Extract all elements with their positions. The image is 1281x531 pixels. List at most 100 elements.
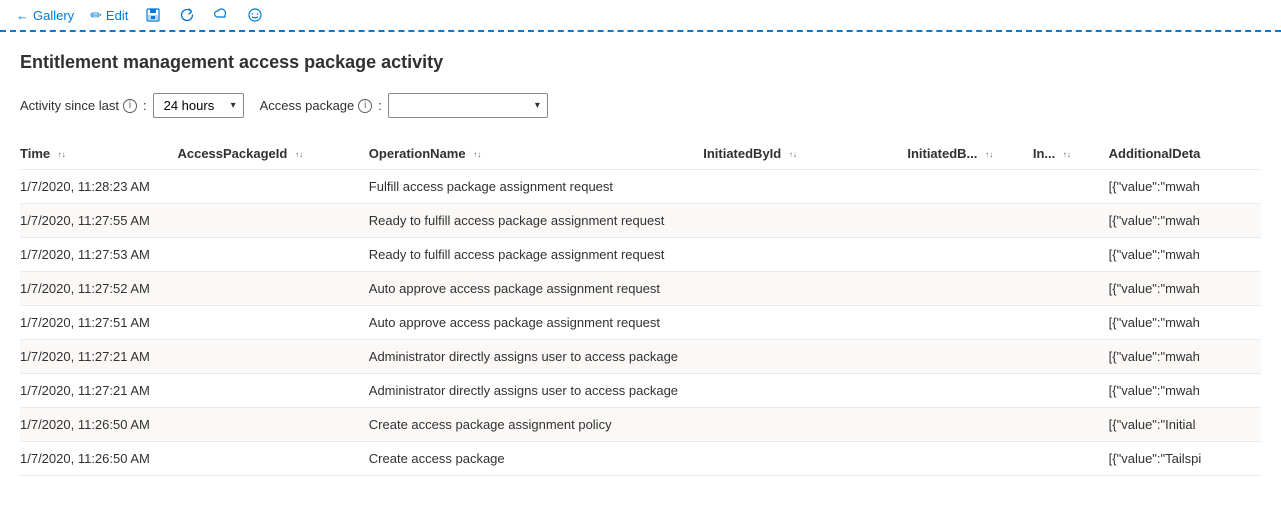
cell-in <box>1033 238 1109 272</box>
filter-row: Activity since last i : 24 hours 48 hour… <box>20 93 1261 118</box>
cell-initiatedB <box>907 238 1033 272</box>
cell-initiatedById <box>703 306 907 340</box>
table-row[interactable]: 1/7/2020, 11:27:52 AM Auto approve access… <box>20 272 1261 306</box>
activity-filter-label: Activity since last i <box>20 98 137 113</box>
refresh-icon[interactable] <box>178 6 196 24</box>
cell-in <box>1033 170 1109 204</box>
cell-additionalData: [{"value":"Initial <box>1109 408 1261 442</box>
toolbar: ← Gallery ✏ Edit <box>0 0 1281 32</box>
cell-initiatedById <box>703 374 907 408</box>
cell-initiatedB <box>907 442 1033 476</box>
edit-label: Edit <box>106 8 128 23</box>
cell-accessPackageId <box>177 170 368 204</box>
back-arrow-icon: ← <box>16 8 29 23</box>
cell-time: 1/7/2020, 11:26:50 AM <box>20 408 177 442</box>
cell-in <box>1033 374 1109 408</box>
cell-time: 1/7/2020, 11:28:23 AM <box>20 170 177 204</box>
cell-additionalData: [{"value":"mwah <box>1109 306 1261 340</box>
cell-time: 1/7/2020, 11:27:21 AM <box>20 374 177 408</box>
cell-operationName: Ready to fulfill access package assignme… <box>369 238 703 272</box>
sort-time-icon: ↑↓ <box>58 151 66 159</box>
table-row[interactable]: 1/7/2020, 11:27:21 AMAdministrator direc… <box>20 340 1261 374</box>
cell-additionalData: [{"value":"mwah <box>1109 340 1261 374</box>
activity-filter-group: Activity since last i : 24 hours 48 hour… <box>20 93 244 118</box>
cell-in <box>1033 408 1109 442</box>
table-row[interactable]: 1/7/2020, 11:27:51 AM Auto approve access… <box>20 306 1261 340</box>
cell-initiatedB <box>907 374 1033 408</box>
cell-in <box>1033 306 1109 340</box>
cell-operationName: Fulfill access package assignment reques… <box>369 170 703 204</box>
cell-additionalData: [{"value":"mwah <box>1109 170 1261 204</box>
cell-accessPackageId <box>177 374 368 408</box>
gallery-label: Gallery <box>33 8 74 23</box>
cell-operationName: Create access package <box>369 442 703 476</box>
table-header-row: Time ↑↓ AccessPackageId ↑↓ OperationName… <box>20 138 1261 170</box>
cell-initiatedB <box>907 204 1033 238</box>
cell-additionalData: [{"value":"mwah <box>1109 374 1261 408</box>
cell-additionalData: [{"value":"Tailspi <box>1109 442 1261 476</box>
page-content: Entitlement management access package ac… <box>0 32 1281 476</box>
activity-info-icon[interactable]: i <box>123 99 137 113</box>
save-icon[interactable] <box>144 6 162 24</box>
page-title: Entitlement management access package ac… <box>20 52 1261 73</box>
cell-initiatedById <box>703 340 907 374</box>
package-filter-group: Access package i : ▾ <box>260 93 548 118</box>
cell-in <box>1033 442 1109 476</box>
cell-accessPackageId <box>177 442 368 476</box>
table-row[interactable]: 1/7/2020, 11:26:50 AM Create access packa… <box>20 408 1261 442</box>
cell-accessPackageId <box>177 408 368 442</box>
cell-initiatedB <box>907 306 1033 340</box>
col-header-in[interactable]: In... ↑↓ <box>1033 138 1109 170</box>
cell-time: 1/7/2020, 11:26:50 AM <box>20 442 177 476</box>
table-row[interactable]: 1/7/2020, 11:27:21 AM Administrator direc… <box>20 374 1261 408</box>
cell-accessPackageId <box>177 238 368 272</box>
sort-initiatedb-icon: ↑↓ <box>985 151 993 159</box>
col-header-initiatedbyid[interactable]: InitiatedById ↑↓ <box>703 138 907 170</box>
cell-time: 1/7/2020, 11:27:21 AM <box>20 340 177 374</box>
cell-operationName: Auto approve access package assignment r… <box>369 272 703 306</box>
activity-select[interactable]: 24 hours 48 hours 7 days 30 days <box>153 93 244 118</box>
sort-in-icon: ↑↓ <box>1063 151 1071 159</box>
cell-time: 1/7/2020, 11:27:53 AM <box>20 238 177 272</box>
cell-initiatedB <box>907 272 1033 306</box>
col-header-time[interactable]: Time ↑↓ <box>20 138 177 170</box>
cell-accessPackageId <box>177 340 368 374</box>
cell-additionalData: [{"value":"mwah <box>1109 272 1261 306</box>
cell-initiatedB <box>907 340 1033 374</box>
cell-additionalData: [{"value":"mwah <box>1109 204 1261 238</box>
cell-operationName: Create access package assignment policy <box>369 408 703 442</box>
cell-time: 1/7/2020, 11:27:51 AM <box>20 306 177 340</box>
edit-button[interactable]: ✏ Edit <box>90 7 128 24</box>
table-row[interactable]: 1/7/2020, 11:28:23 AM Fulfill access pack… <box>20 170 1261 204</box>
table-row[interactable]: 1/7/2020, 11:26:50 AM Create access packa… <box>20 442 1261 476</box>
cell-initiatedById <box>703 170 907 204</box>
col-header-packageid[interactable]: AccessPackageId ↑↓ <box>177 138 368 170</box>
data-table: Time ↑↓ AccessPackageId ↑↓ OperationName… <box>20 138 1261 476</box>
package-info-icon[interactable]: i <box>358 99 372 113</box>
edit-icon: ✏ <box>90 7 102 24</box>
cell-initiatedById <box>703 272 907 306</box>
cell-operationName: Auto approve access package assignment r… <box>369 306 703 340</box>
activity-select-wrapper: 24 hours 48 hours 7 days 30 days ▾ <box>153 93 244 118</box>
col-header-opname[interactable]: OperationName ↑↓ <box>369 138 703 170</box>
cloud-icon[interactable] <box>212 6 230 24</box>
cell-initiatedById <box>703 204 907 238</box>
col-header-additional[interactable]: AdditionalDeta <box>1109 138 1261 170</box>
col-header-initiatedb[interactable]: InitiatedB... ↑↓ <box>907 138 1033 170</box>
table-row[interactable]: 1/7/2020, 11:27:55 AMReady to fulfill ac… <box>20 204 1261 238</box>
cell-time: 1/7/2020, 11:27:52 AM <box>20 272 177 306</box>
smiley-icon[interactable] <box>246 6 264 24</box>
cell-accessPackageId <box>177 306 368 340</box>
back-button[interactable]: ← Gallery <box>16 8 74 23</box>
table-row[interactable]: 1/7/2020, 11:27:53 AM Ready to fulfill ac… <box>20 238 1261 272</box>
package-filter-label: Access package i <box>260 98 373 113</box>
cell-initiatedById <box>703 408 907 442</box>
cell-in <box>1033 204 1109 238</box>
cell-initiatedB <box>907 408 1033 442</box>
sort-packageid-icon: ↑↓ <box>295 151 303 159</box>
sort-initiatedbyid-icon: ↑↓ <box>789 151 797 159</box>
cell-initiatedById <box>703 442 907 476</box>
cell-operationName: Administrator directly assigns user to a… <box>369 374 703 408</box>
cell-time: 1/7/2020, 11:27:55 AM <box>20 204 177 238</box>
package-select[interactable] <box>388 93 548 118</box>
